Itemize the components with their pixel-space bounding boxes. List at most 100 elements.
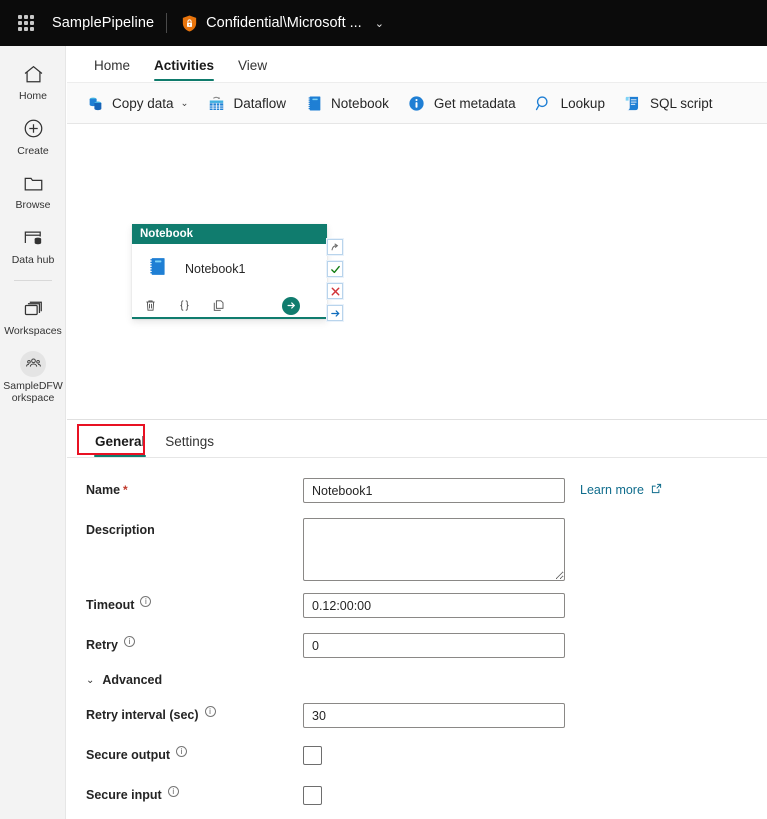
node-footer-toolbar [132,294,327,319]
timeout-label-text: Timeout [86,598,135,612]
on-completion-icon[interactable] [327,305,343,321]
left-navigation-rail: Home Create Browse Data hub Workspaces S… [0,46,66,819]
copy-data-label: Copy data [112,95,174,111]
notebook-icon [304,93,324,113]
secure-input-field-row: Secure input i [67,783,767,811]
node-output-dependency-chips [327,239,343,321]
external-link-icon [650,482,663,498]
people-group-icon [20,350,46,377]
retry-interval-label-text: Retry interval (sec) [86,708,199,722]
get-metadata-label: Get metadata [433,95,516,111]
tab-settings[interactable]: Settings [155,434,224,457]
duplicate-icon[interactable] [210,297,227,314]
code-braces-icon[interactable] [176,297,193,314]
on-success-icon[interactable] [327,261,343,277]
get-metadata-button[interactable]: Get metadata [398,88,525,118]
rail-divider [13,280,52,281]
secure-input-label: Secure input i [86,783,303,802]
sidebar-item-label: Browse [15,199,51,211]
sensitivity-label: Confidential\Microsoft ... [206,15,362,31]
on-skip-icon[interactable] [327,239,343,255]
sidebar-item-label: Home [18,90,47,102]
secure-input-label-text: Secure input [86,788,162,802]
data-hub-icon [22,225,45,251]
tab-activities[interactable]: Activities [142,58,226,81]
tab-view[interactable]: View [226,58,279,81]
home-icon [22,61,45,87]
sidebar-item-sampledfworkspace[interactable]: SampleDFWorkspace [0,344,66,411]
top-app-bar: SamplePipeline Confidential\Microsoft ..… [0,0,767,46]
on-failure-icon[interactable] [327,283,343,299]
notebook-activity-node[interactable]: Notebook Notebook1 [132,224,327,319]
description-label: Description [86,523,155,537]
run-arrow-icon[interactable] [282,296,300,315]
secure-input-checkbox[interactable] [303,786,322,805]
copy-data-button[interactable]: Copy data ⌄ [76,88,198,118]
timeout-info-icon[interactable]: i [140,596,152,607]
delete-icon[interactable] [142,297,159,314]
magnifier-icon [534,93,554,113]
learn-more-label: Learn more [580,483,644,497]
dataflow-icon [207,93,227,113]
name-field-row: Name * Learn more [67,478,767,506]
sidebar-item-browse[interactable]: Browse [0,163,66,218]
sql-script-label: SQL script [649,95,713,111]
copy-data-icon [85,93,105,113]
secure-input-info-icon[interactable]: i [167,786,179,797]
secure-output-field-row: Secure output i [67,743,767,771]
properties-tab-strip: General Settings [67,421,767,458]
secure-output-label-text: Secure output [86,748,171,762]
name-input[interactable] [303,478,565,503]
sidebar-item-label: SampleDFWorkspace [3,379,63,405]
notebook-icon [146,255,169,283]
info-circle-icon [407,93,427,113]
activity-properties-panel: General Settings Name * Learn more [67,421,767,819]
pipeline-canvas[interactable]: Notebook Notebook1 [67,124,767,420]
sensitivity-shield-icon [180,14,199,33]
secure-output-label: Secure output i [86,743,303,762]
retry-interval-field-row: Retry interval (sec) i [67,703,767,731]
learn-more-link[interactable]: Learn more [580,478,663,498]
tab-general[interactable]: General [85,434,155,457]
chevron-down-icon: ⌄ [86,674,95,686]
lookup-button[interactable]: Lookup [525,88,614,118]
retry-label: Retry i [86,633,303,652]
name-label: Name * [86,478,303,497]
tab-home[interactable]: Home [82,58,142,81]
folder-icon [22,170,45,196]
sidebar-item-data-hub[interactable]: Data hub [0,218,66,273]
notebook-label: Notebook [331,95,389,111]
lookup-label: Lookup [560,95,605,111]
general-form: Name * Learn more Descri [67,458,767,811]
chevron-down-icon[interactable]: ⌄ [181,98,189,109]
retry-info-icon[interactable]: i [123,636,135,647]
timeout-input[interactable] [303,593,565,618]
secure-output-info-icon[interactable]: i [176,746,188,757]
sql-script-button[interactable]: SQL script [614,88,722,118]
workspaces-icon [22,296,45,322]
sidebar-item-home[interactable]: Home [0,54,66,109]
sidebar-item-workspaces[interactable]: Workspaces [0,289,66,344]
retry-field-row: Retry i [67,633,767,661]
timeout-field-row: Timeout i [67,593,767,621]
plus-circle-icon [22,116,45,142]
secure-output-checkbox[interactable] [303,746,322,765]
notebook-button[interactable]: Notebook [295,88,398,118]
retry-interval-input[interactable] [303,703,565,728]
advanced-section-toggle[interactable]: ⌄ Advanced [67,673,767,687]
sidebar-item-label: Create [17,144,49,157]
sidebar-item-create[interactable]: Create [0,109,66,164]
retry-interval-info-icon[interactable]: i [204,706,216,717]
dataflow-button[interactable]: Dataflow [198,88,296,118]
sidebar-item-label: Workspaces [4,325,62,337]
retry-input[interactable] [303,633,565,658]
pipeline-title: SamplePipeline [52,15,155,31]
ribbon-toolbar: Copy data ⌄ Dataflow Notebook Get metada… [67,82,767,124]
sensitivity-chevron-down-icon[interactable]: ⌄ [375,17,384,30]
dataflow-label: Dataflow [233,95,287,111]
description-textarea[interactable] [303,518,565,581]
name-label-text: Name [86,483,121,497]
sidebar-item-label: Data hub [11,253,55,266]
retry-interval-label: Retry interval (sec) i [86,703,303,722]
app-launcher-waffle-icon[interactable] [18,15,34,31]
